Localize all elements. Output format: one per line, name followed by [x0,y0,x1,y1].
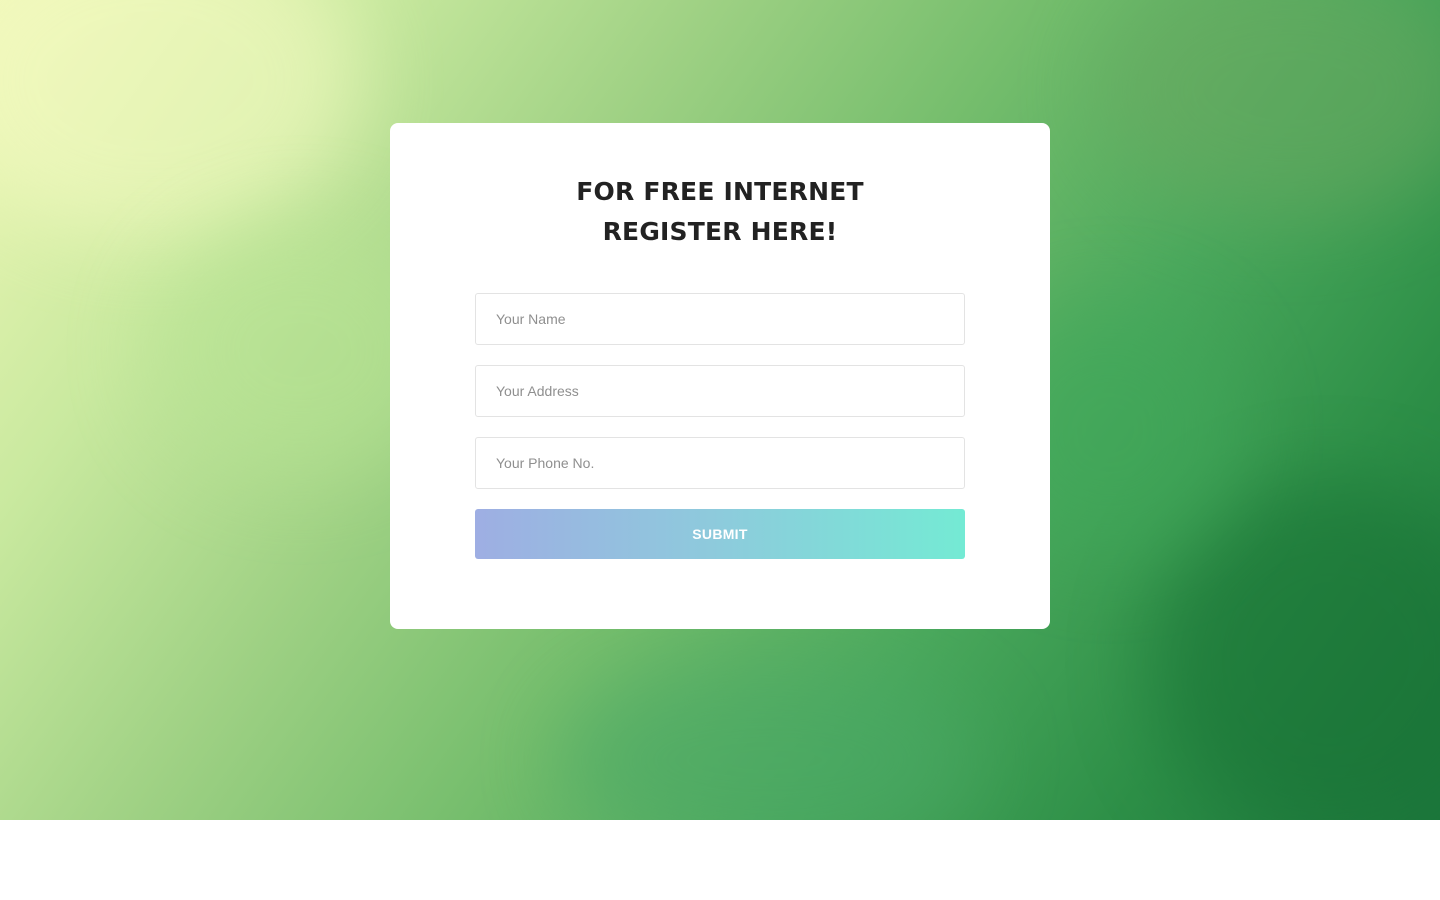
submit-button[interactable]: SUBMIT [475,509,965,559]
form-title: FOR FREE INTERNET REGISTER HERE! [0,172,1440,252]
name-input[interactable] [475,293,965,345]
title-line-1: FOR FREE INTERNET [576,177,864,206]
address-input[interactable] [475,365,965,417]
title-line-2: REGISTER HERE! [602,217,838,246]
phone-input[interactable] [475,437,965,489]
